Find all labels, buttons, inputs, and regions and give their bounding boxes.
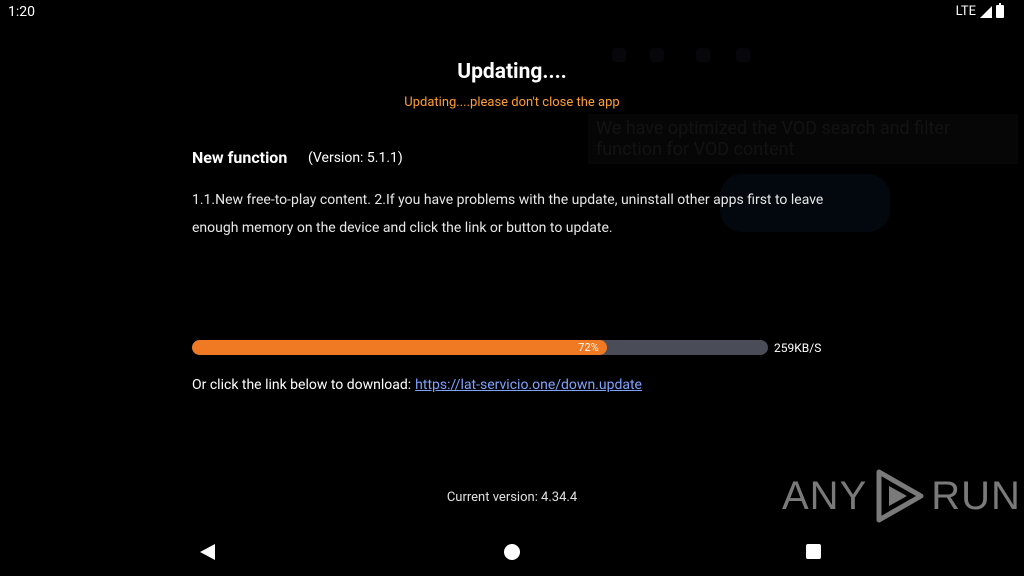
download-speed: 259KB/S — [774, 341, 822, 355]
download-link-row: Or click the link below to download: http… — [192, 377, 642, 393]
new-function-heading: New function — [192, 148, 288, 167]
progress-fill: 72% — [192, 340, 607, 355]
background-tooltip: We have optimized the VOD search and fil… — [588, 114, 1018, 164]
anyrun-watermark: ANY RUN — [782, 466, 1021, 526]
progress-percent: 72% — [578, 341, 599, 354]
recents-icon[interactable] — [806, 544, 821, 559]
download-link-prefix: Or click the link below to download: — [192, 377, 412, 393]
back-icon[interactable] — [200, 544, 215, 560]
download-progress-bar: 72% — [192, 340, 768, 355]
status-bar: 1:20 LTE — [0, 0, 1024, 24]
watermark-left: ANY — [782, 473, 868, 518]
signal-icon — [980, 5, 992, 18]
battery-icon — [996, 3, 1004, 18]
dialog-subtitle: Updating....please don't close the app — [404, 95, 620, 110]
version-label: (Version: 5.1.1) — [308, 150, 403, 166]
network-label: LTE — [955, 4, 976, 19]
download-link[interactable]: https://lat-servicio.one/down.update — [415, 377, 642, 393]
watermark-right: RUN — [931, 473, 1021, 518]
status-indicators: LTE — [955, 3, 1004, 19]
status-time: 1:20 — [8, 4, 35, 20]
dialog-title: Updating.... — [457, 60, 567, 84]
update-description: 1.1.New free-to-play content. 2.If you h… — [192, 192, 824, 236]
home-icon[interactable] — [504, 544, 520, 560]
play-logo-icon — [876, 469, 924, 523]
